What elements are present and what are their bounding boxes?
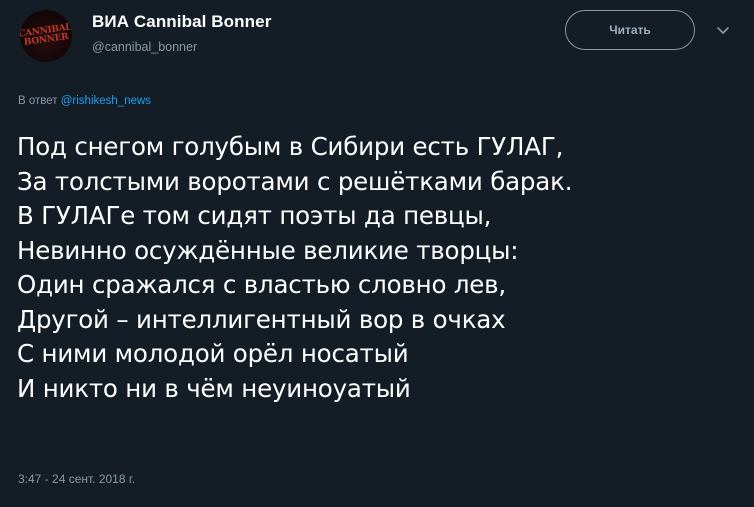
tweet-line: С ними молодой орёл носатый (17, 339, 409, 368)
author-handle[interactable]: @cannibal_bonner (92, 40, 197, 54)
tweet-line: Под снегом голубым в Сибири есть ГУЛАГ, (17, 132, 564, 161)
chevron-down-icon[interactable] (716, 26, 730, 36)
tweet: CANNIBAL BONNER ВИА Cannibal Bonner @can… (0, 0, 754, 507)
follow-button[interactable]: Читать (565, 10, 695, 50)
tweet-timestamp[interactable]: 3:47 - 24 сент. 2018 г. (18, 472, 135, 486)
reply-mention-link[interactable]: @rishikesh_news (61, 95, 151, 107)
tweet-line: Другой – интеллигентный вор в очках (17, 304, 506, 334)
band-logo: CANNIBAL BONNER (20, 22, 72, 49)
tweet-line: Невинно осуждённые великие творцы: (17, 235, 519, 265)
tweet-line: В ГУЛАГе том сидят поэты да певцы, (17, 201, 492, 230)
tweet-line: Один сражался с властью словно лев, (17, 270, 507, 299)
tweet-text: Под снегом голубым в Сибири есть ГУЛАГ, … (17, 130, 747, 406)
reply-to: В ответ @rishikesh_news (18, 95, 151, 107)
tweet-line: За толстыми воротами с решётками барак. (17, 166, 573, 196)
author-display-name[interactable]: ВИА Cannibal Bonner (92, 12, 271, 32)
avatar[interactable]: CANNIBAL BONNER (20, 10, 72, 62)
tweet-line: И никто ни в чём неуиноуатый (17, 373, 411, 403)
reply-to-prefix: В ответ (18, 95, 58, 107)
